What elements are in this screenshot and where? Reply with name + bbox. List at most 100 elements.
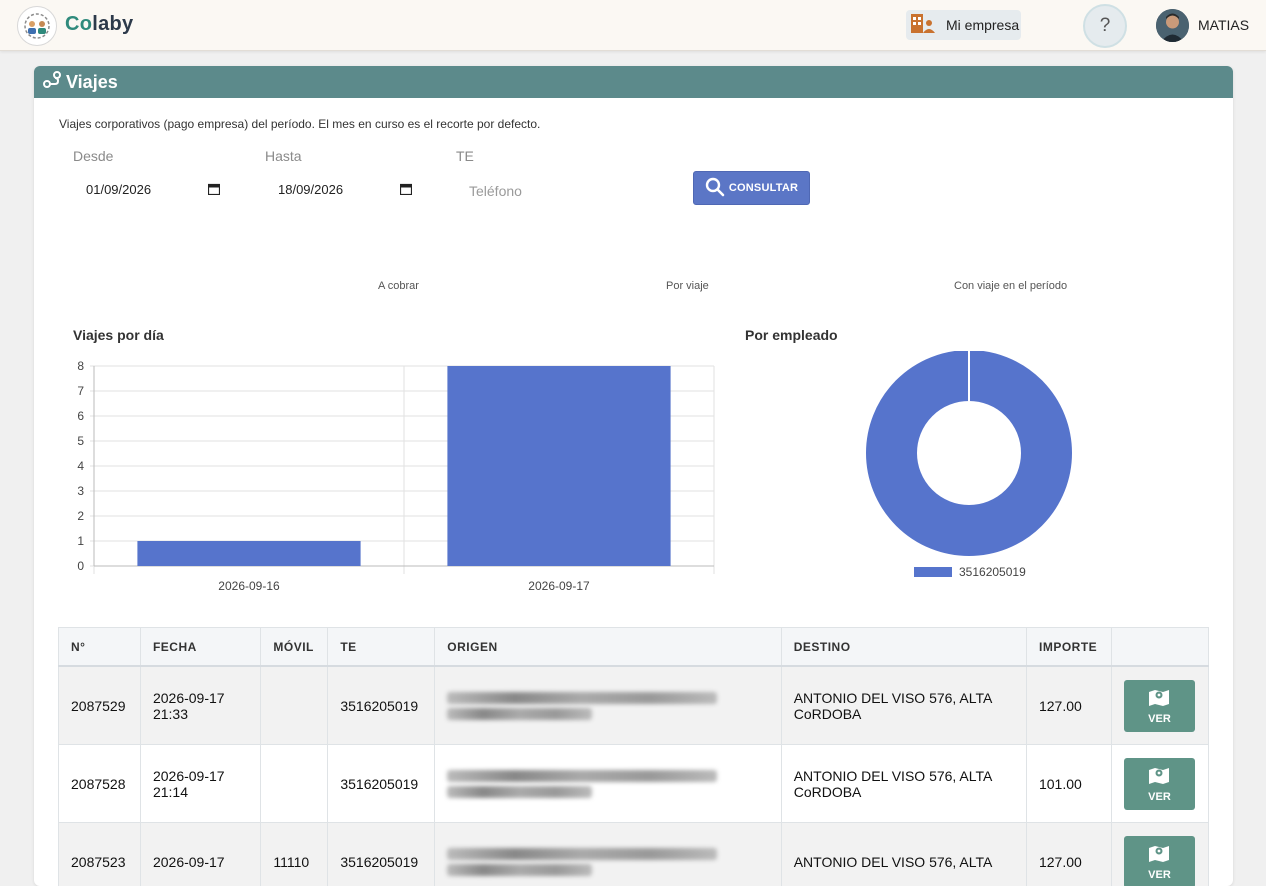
stat-con-viaje: Con viaje en el período bbox=[954, 280, 1067, 292]
y-tick-label: 0 bbox=[77, 559, 84, 573]
viajes-por-dia-chart: 0 1 2 3 4 5 6 7 8 2026-09-16 2026-09-17 bbox=[64, 356, 724, 596]
ver-label: VER bbox=[1148, 713, 1171, 725]
table-row: 2087523 2026-09-17 11110 3516205019 ANTO… bbox=[59, 823, 1209, 886]
cell-fecha: 2026-09-1721:33 bbox=[140, 666, 260, 745]
cell-fecha-time: 21:33 bbox=[153, 706, 188, 722]
card-header: Viajes bbox=[34, 66, 1233, 98]
te-label: TE bbox=[456, 148, 474, 164]
ver-map-button[interactable]: VER bbox=[1124, 758, 1195, 810]
col-header-movil[interactable]: MÓVIL bbox=[261, 628, 328, 667]
cell-origen-redacted bbox=[435, 745, 781, 823]
cell-fecha-date: 2026-09-17 bbox=[153, 690, 225, 706]
cell-movil bbox=[261, 666, 328, 745]
cell-fecha: 2026-09-1721:14 bbox=[140, 745, 260, 823]
cell-importe: 127.00 bbox=[1026, 823, 1111, 886]
cell-movil bbox=[261, 745, 328, 823]
stat-a-cobrar: A cobrar bbox=[378, 280, 419, 292]
top-navbar: Colaby Mi empresa ? MATIAS bbox=[0, 0, 1266, 51]
redacted-text bbox=[447, 692, 717, 704]
ver-map-button[interactable]: VER bbox=[1124, 680, 1195, 732]
viajes-card: Viajes Viajes corporativos (pago empresa… bbox=[34, 66, 1233, 886]
cell-actions: VER bbox=[1111, 745, 1208, 823]
hasta-label: Hasta bbox=[265, 148, 302, 164]
cell-origen-redacted bbox=[435, 666, 781, 745]
cell-te: 3516205019 bbox=[328, 823, 435, 886]
col-header-te[interactable]: TE bbox=[328, 628, 435, 667]
consultar-label: CONSULTAR bbox=[729, 182, 798, 194]
y-tick-label: 1 bbox=[77, 534, 84, 548]
cell-movil: 11110 bbox=[261, 823, 328, 886]
route-icon bbox=[42, 70, 62, 95]
map-icon bbox=[1148, 843, 1170, 866]
cell-fecha: 2026-09-17 bbox=[140, 823, 260, 886]
table-row: 2087529 2026-09-1721:33 3516205019 ANTON… bbox=[59, 666, 1209, 745]
redacted-text bbox=[447, 848, 717, 860]
colaby-logo-icon[interactable] bbox=[17, 6, 57, 46]
y-tick-label: 3 bbox=[77, 484, 84, 498]
calendar-icon[interactable] bbox=[400, 182, 412, 200]
y-tick-label: 2 bbox=[77, 509, 84, 523]
y-tick-label: 8 bbox=[77, 359, 84, 373]
ver-label: VER bbox=[1148, 791, 1171, 803]
mi-empresa-button[interactable]: Mi empresa bbox=[906, 10, 1021, 40]
viajes-table: N° FECHA MÓVIL TE ORIGEN DESTINO IMPORTE… bbox=[58, 627, 1209, 886]
cell-fecha-date: 2026-09-17 bbox=[153, 854, 225, 870]
user-avatar[interactable] bbox=[1156, 9, 1189, 42]
page-title: Viajes bbox=[66, 72, 118, 93]
cell-te: 3516205019 bbox=[328, 666, 435, 745]
cell-importe: 101.00 bbox=[1026, 745, 1111, 823]
stat-por-viaje: Por viaje bbox=[666, 280, 709, 292]
y-tick-label: 4 bbox=[77, 459, 84, 473]
bar[interactable] bbox=[137, 541, 360, 566]
consultar-button[interactable]: CONSULTAR bbox=[693, 171, 810, 205]
desde-label: Desde bbox=[73, 148, 113, 164]
brand-suffix: laby bbox=[92, 13, 133, 35]
col-header-actions bbox=[1111, 628, 1208, 667]
redacted-text bbox=[447, 708, 592, 720]
y-tick-label: 7 bbox=[77, 384, 84, 398]
cell-n: 2087529 bbox=[59, 666, 141, 745]
page-description: Viajes corporativos (pago empresa) del p… bbox=[59, 117, 540, 131]
cell-fecha-date: 2026-09-17 bbox=[153, 768, 225, 784]
table-row: 2087528 2026-09-1721:14 3516205019 ANTON… bbox=[59, 745, 1209, 823]
bar[interactable] bbox=[447, 366, 670, 566]
building-icon bbox=[910, 12, 936, 39]
help-button[interactable]: ? bbox=[1083, 4, 1127, 48]
user-name[interactable]: MATIAS bbox=[1198, 17, 1249, 33]
col-header-importe[interactable]: IMPORTE bbox=[1026, 628, 1111, 667]
telefono-input[interactable]: Teléfono bbox=[469, 183, 522, 199]
legend-label[interactable]: 3516205019 bbox=[959, 565, 1026, 579]
redacted-text bbox=[447, 864, 592, 876]
cell-fecha-time: 21:14 bbox=[153, 784, 188, 800]
col-header-destino[interactable]: DESTINO bbox=[781, 628, 1026, 667]
redacted-text bbox=[447, 770, 717, 782]
brand-name[interactable]: Colaby bbox=[65, 13, 134, 36]
x-tick-label: 2026-09-17 bbox=[528, 579, 590, 593]
col-header-origen[interactable]: ORIGEN bbox=[435, 628, 781, 667]
redacted-text bbox=[447, 786, 592, 798]
x-tick-label: 2026-09-16 bbox=[218, 579, 280, 593]
hasta-date-input[interactable]: 18/09/2026 bbox=[278, 182, 343, 197]
cell-origen-redacted bbox=[435, 823, 781, 886]
y-tick-label: 6 bbox=[77, 409, 84, 423]
cell-destino: ANTONIO DEL VISO 576, ALTA CoRDOBA bbox=[781, 745, 1026, 823]
mi-empresa-label: Mi empresa bbox=[946, 17, 1019, 33]
col-header-n[interactable]: N° bbox=[59, 628, 141, 667]
cell-destino: ANTONIO DEL VISO 576, ALTA bbox=[781, 823, 1026, 886]
cell-importe: 127.00 bbox=[1026, 666, 1111, 745]
map-icon bbox=[1148, 765, 1170, 788]
search-icon bbox=[705, 177, 725, 200]
pie-chart-title: Por empleado bbox=[745, 327, 838, 343]
col-header-fecha[interactable]: FECHA bbox=[140, 628, 260, 667]
bar-chart-title: Viajes por día bbox=[73, 327, 164, 343]
legend-swatch[interactable] bbox=[914, 567, 952, 577]
cell-te: 3516205019 bbox=[328, 745, 435, 823]
calendar-icon[interactable] bbox=[208, 182, 220, 200]
cell-actions: VER bbox=[1111, 823, 1208, 886]
cell-actions: VER bbox=[1111, 666, 1208, 745]
ver-map-button[interactable]: VER bbox=[1124, 836, 1195, 886]
desde-date-input[interactable]: 01/09/2026 bbox=[86, 182, 151, 197]
map-icon bbox=[1148, 687, 1170, 710]
cell-n: 2087523 bbox=[59, 823, 141, 886]
y-tick-label: 5 bbox=[77, 434, 84, 448]
